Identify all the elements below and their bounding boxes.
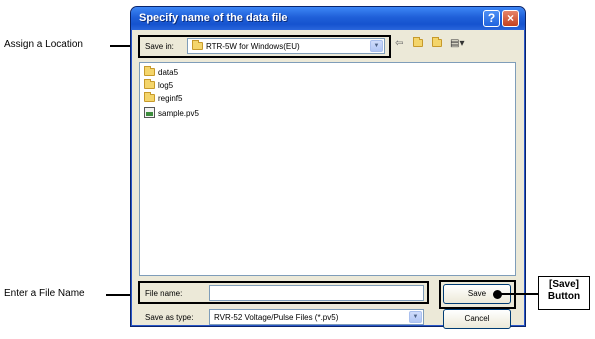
list-item[interactable]: data5 [144, 66, 178, 77]
up-folder-icon[interactable] [413, 37, 423, 49]
dialog-title: Specify name of the data file [139, 12, 288, 24]
assign-location-callout: Assign a Location [4, 39, 83, 50]
file-list[interactable]: data5 log5 reginf5 sample.pv5 [139, 62, 516, 276]
help-button[interactable]: ? [483, 10, 500, 27]
title-bar: Specify name of the data file ? × [131, 7, 525, 30]
save-as-type-label: Save as type: [145, 313, 194, 322]
folder-icon [144, 92, 155, 102]
save-in-label: Save in: [145, 42, 174, 51]
list-item[interactable]: log5 [144, 79, 173, 90]
save-as-type-value: RVR-52 Voltage/Pulse Files (*.pv5) [214, 313, 339, 322]
file-name-input[interactable] [209, 285, 424, 301]
list-item[interactable]: sample.pv5 [144, 107, 199, 118]
list-item[interactable]: reginf5 [144, 92, 182, 103]
folder-icon [144, 79, 155, 89]
folder-icon [144, 66, 155, 76]
enter-filename-callout: Enter a File Name [4, 288, 85, 299]
data-file-icon [144, 107, 155, 118]
new-folder-icon[interactable] [432, 37, 442, 49]
close-button[interactable]: × [502, 10, 519, 27]
view-menu-icon[interactable]: ▤▾ [450, 38, 464, 49]
save-in-value: RTR-5W for Windows(EU) [192, 40, 300, 51]
save-button-callout: [Save] Button [538, 276, 590, 310]
chevron-down-icon[interactable]: ▼ [370, 40, 383, 52]
save-callout-line [500, 293, 539, 295]
file-name-label: File name: [145, 289, 183, 298]
cancel-button[interactable]: Cancel [443, 309, 511, 329]
folder-icon [192, 40, 203, 50]
back-arrow-icon[interactable]: ⇦ [395, 38, 403, 49]
chevron-down-icon[interactable]: ▼ [409, 311, 422, 323]
save-as-type-dropdown[interactable]: RVR-52 Voltage/Pulse Files (*.pv5) ▼ [209, 309, 424, 325]
save-in-dropdown[interactable]: RTR-5W for Windows(EU) ▼ [187, 38, 385, 54]
